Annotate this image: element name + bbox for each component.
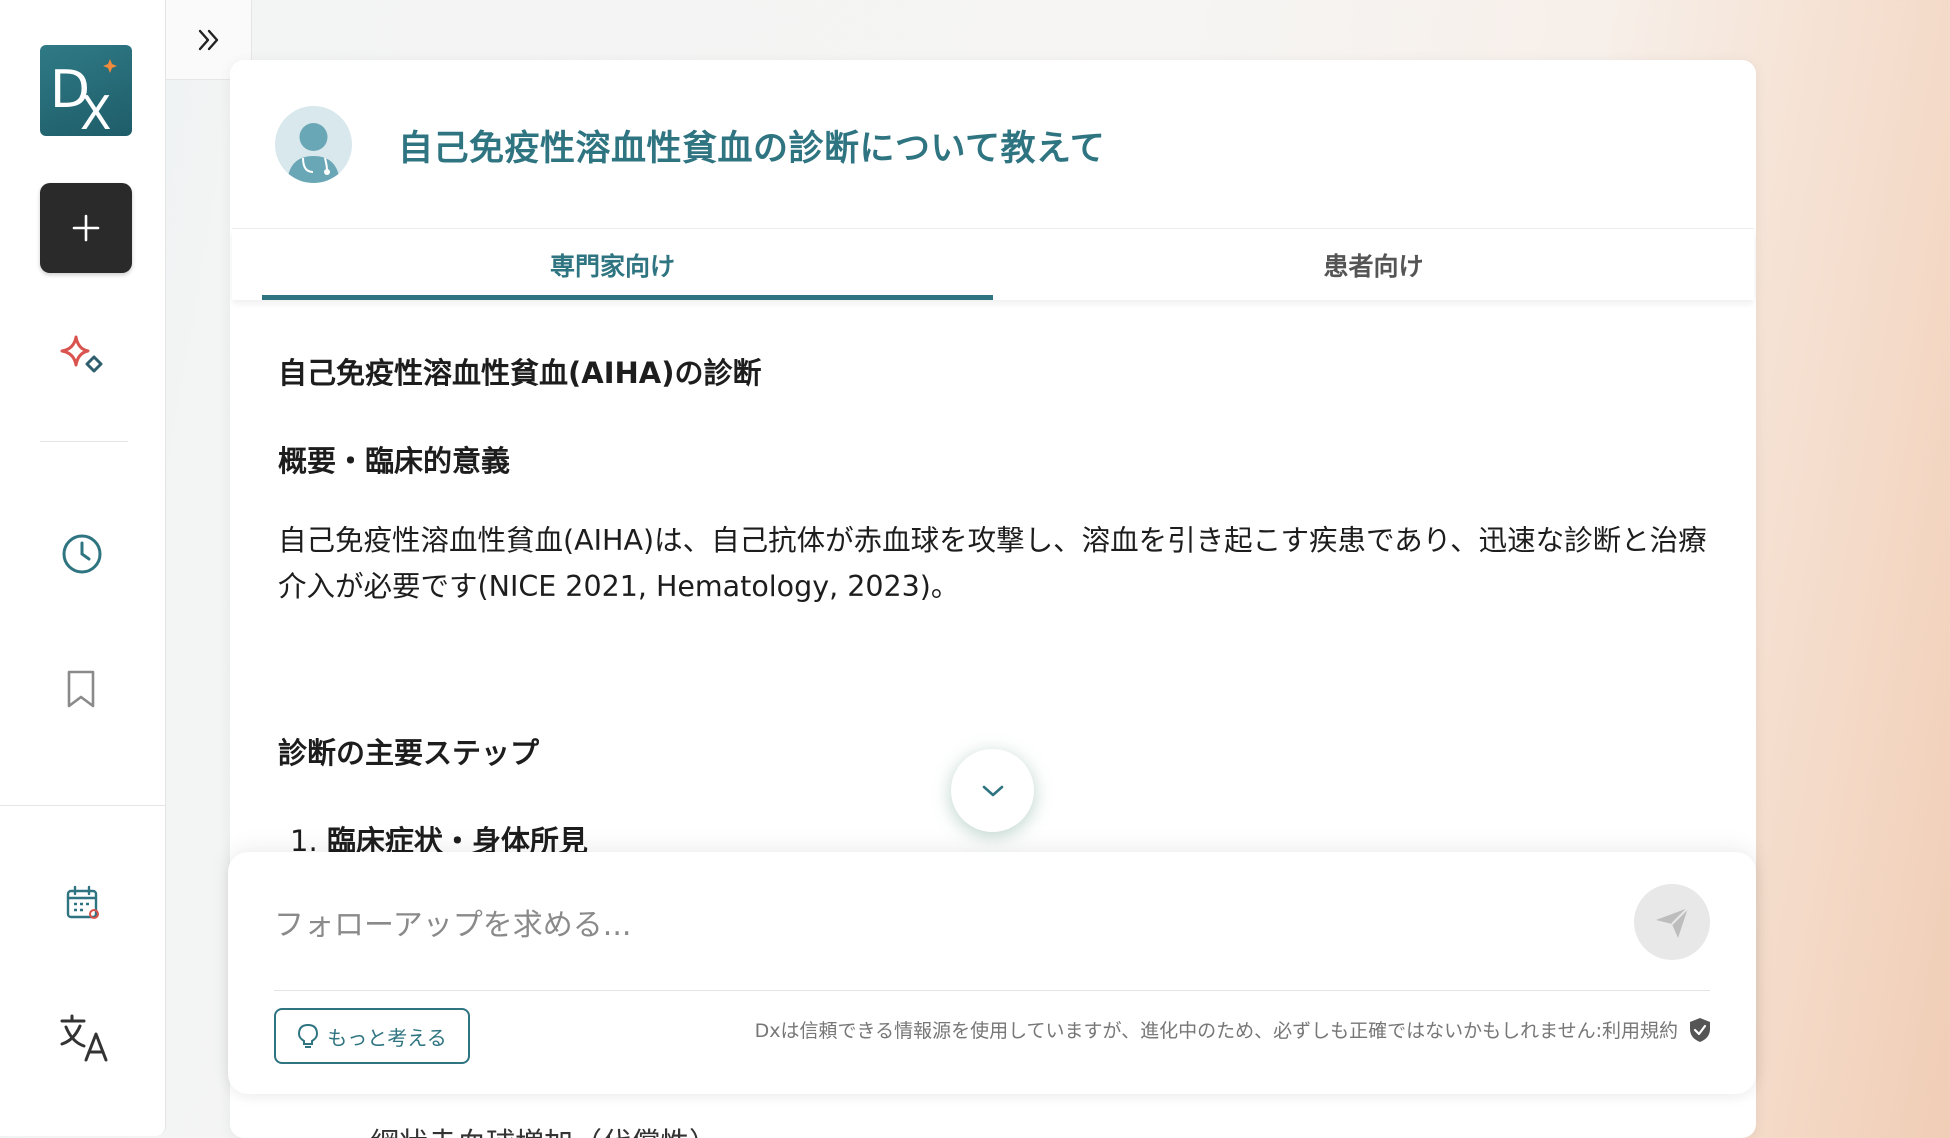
composer: フォローアップを求める... もっと考える Dxは信頼できる情報源を使用していま… bbox=[228, 852, 1756, 1094]
scroll-down-button[interactable] bbox=[951, 749, 1034, 832]
disclaimer-text[interactable]: Dxは信頼できる情報源を使用していますが、進化中のため、必ずしも正確ではないかも… bbox=[755, 1016, 1678, 1043]
plus-icon bbox=[72, 214, 100, 242]
translate-icon[interactable] bbox=[58, 1012, 112, 1064]
tab-experts[interactable]: 専門家向け bbox=[232, 229, 993, 300]
sidebar: D X bbox=[0, 0, 166, 1136]
bookmark-icon[interactable] bbox=[64, 668, 98, 710]
section-heading-steps: 診断の主要ステップ bbox=[278, 736, 540, 770]
lightbulb-icon bbox=[298, 1023, 319, 1048]
chevron-down-icon bbox=[982, 785, 1003, 796]
send-icon bbox=[1656, 907, 1689, 938]
dx-logo[interactable]: D X bbox=[40, 45, 132, 136]
tab-patients[interactable]: 患者向け bbox=[993, 229, 1754, 300]
audience-tabs: 専門家向け 患者向け bbox=[232, 228, 1754, 300]
sidebar-divider bbox=[40, 441, 128, 442]
calendar-icon[interactable] bbox=[64, 884, 102, 922]
disclaimer: Dxは信頼できる情報源を使用していますが、進化中のため、必ずしも正確ではないかも… bbox=[755, 1016, 1712, 1043]
shield-check-icon bbox=[1690, 1017, 1710, 1042]
user-question: 自己免疫性溶血性貧血の診断について教えて bbox=[398, 129, 1106, 169]
answer-title: 自己免疫性溶血性貧血(AIHA)の診断 bbox=[278, 356, 762, 390]
section-heading-overview: 概要・臨床的意義 bbox=[278, 444, 511, 478]
history-icon[interactable] bbox=[60, 532, 104, 576]
sidebar-divider bbox=[0, 805, 166, 806]
new-chat-button[interactable] bbox=[40, 183, 132, 273]
send-button[interactable] bbox=[1634, 884, 1710, 960]
overview-paragraph: 自己免疫性溶血性貧血(AIHA)は、自己抗体が赤血球を攻撃し、溶血を引き起こす疾… bbox=[278, 524, 1707, 603]
think-more-label: もっと考える bbox=[327, 1025, 447, 1050]
doctor-avatar bbox=[275, 106, 352, 183]
think-more-button[interactable]: もっと考える bbox=[274, 1008, 470, 1064]
double-chevron-right-icon bbox=[198, 29, 218, 50]
sparkle-icon[interactable] bbox=[54, 333, 110, 383]
peek-text: 網状赤血球増加（代償性） bbox=[370, 1120, 718, 1138]
follow-up-input[interactable]: フォローアップを求める... bbox=[274, 900, 631, 944]
composer-divider bbox=[274, 990, 1710, 991]
svg-text:X: X bbox=[80, 86, 112, 136]
